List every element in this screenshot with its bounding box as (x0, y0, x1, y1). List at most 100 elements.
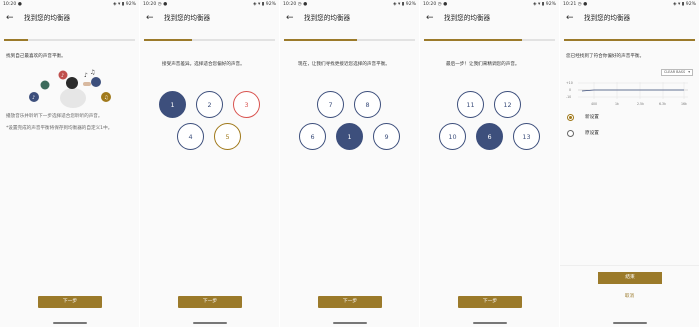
status-bar: 10:20 ● ◈ ▾ ▮ 92% (0, 0, 139, 9)
step-heading: 现在，让我们寻找更接近您选择的声音平衡。 (298, 62, 390, 67)
sound-option-4[interactable]: 4 (177, 123, 204, 150)
screen-step-3: 10:20 ◷ ● ◈ ▾ ▮ 92% ← 找到您的均衡器 最后一步！让我们来精… (420, 0, 559, 327)
preset-dropdown[interactable]: CLEAR BASS ▾ (661, 69, 693, 76)
preset-dropdown-value: CLEAR BASS (664, 70, 686, 74)
sound-option-1[interactable]: 1 (336, 123, 363, 150)
cancel-button[interactable]: 取消 (560, 293, 699, 299)
progress-bar (4, 39, 135, 41)
chevron-down-icon: ▾ (688, 70, 690, 74)
status-bar: 10:20 ◷ ● ◈ ▾ ▮ 92% (280, 0, 419, 9)
gesture-bar[interactable] (473, 322, 507, 324)
status-icons: ◈ ▾ ▮ 92% (673, 2, 696, 7)
app-bar: ← 找到您的均衡器 (560, 11, 699, 25)
sound-option-3[interactable]: 3 (233, 91, 260, 118)
gesture-bar[interactable] (613, 322, 647, 324)
sound-option-10[interactable]: 10 (439, 123, 466, 150)
original-setting-label[interactable]: 原设置 (585, 130, 599, 137)
progress-bar (424, 39, 555, 41)
progress-bar (144, 39, 275, 41)
back-arrow-icon[interactable]: ← (286, 12, 294, 24)
app-bar: ← 找到您的均衡器 (280, 11, 419, 25)
sound-option-12[interactable]: 12 (494, 91, 521, 118)
band-label: 6.3k (659, 102, 666, 106)
progress-bar (564, 39, 695, 41)
status-icons: ◈ ▾ ▮ 92% (533, 2, 556, 7)
status-icons: ◈ ▾ ▮ 92% (113, 2, 136, 7)
y-tick: -10 (566, 95, 571, 99)
listening-illustration-icon: ♪ ♫ ♪ ♪ ♫ (29, 69, 111, 108)
back-arrow-icon[interactable]: ← (6, 12, 14, 24)
band-label: 400 (591, 102, 597, 106)
intro-note-2: *设置完成的声音平衡将保存到均衡器的自定义1中。 (6, 126, 113, 131)
progress-fill (424, 39, 523, 41)
back-arrow-icon[interactable]: ← (426, 12, 434, 24)
new-setting-label[interactable]: 新设置 (585, 114, 599, 121)
sound-option-5[interactable]: 5 (214, 123, 241, 150)
sound-option-1[interactable]: 1 (159, 91, 186, 118)
status-bar: 10:20 ◷ ● ◈ ▾ ▮ 92% (420, 0, 559, 9)
status-bar: 10:21 ◷ ● ◈ ▾ ▮ 92% (560, 0, 699, 9)
step-heading: 最后一步！让我们来精调您的声音。 (446, 62, 520, 67)
sound-option-8[interactable]: 8 (354, 91, 381, 118)
progress-fill (284, 39, 358, 41)
screen-step-1: 10:20 ◷ ● ◈ ▾ ▮ 92% ← 找到您的均衡器 接受声音差异。选择适… (140, 0, 279, 327)
sound-option-6[interactable]: 6 (299, 123, 326, 150)
screen-step-2: 10:20 ◷ ● ◈ ▾ ▮ 92% ← 找到您的均衡器 现在，让我们寻找更接… (280, 0, 419, 327)
sound-option-7[interactable]: 7 (317, 91, 344, 118)
app-bar: ← 找到您的均衡器 (0, 11, 139, 25)
next-button[interactable]: 下一步 (178, 296, 242, 308)
next-button[interactable]: 下一步 (318, 296, 382, 308)
finish-button[interactable]: 结束 (598, 272, 662, 284)
gesture-bar[interactable] (53, 322, 87, 324)
status-time: 10:20 ◷ ● (143, 2, 168, 7)
original-setting-radio[interactable] (567, 130, 574, 137)
app-bar: ← 找到您的均衡器 (140, 11, 279, 25)
equalizer-graph: +10 0 -10 400 1k 2.5k 6.3k 16k (566, 81, 688, 106)
sound-option-13[interactable]: 13 (513, 123, 540, 150)
page-title: 找到您的均衡器 (584, 14, 631, 22)
gesture-bar[interactable] (333, 322, 367, 324)
status-icons: ◈ ▾ ▮ 92% (393, 2, 416, 7)
intro-heading: 找到自己最喜欢的声音平衡。 (6, 54, 66, 59)
status-time: 10:20 ● (3, 2, 22, 7)
result-heading: 您已经找到了符合你偏好的声音平衡。 (566, 54, 645, 59)
gesture-bar[interactable] (193, 322, 227, 324)
page-title: 找到您的均衡器 (24, 14, 71, 22)
music-note: ♪ (32, 95, 35, 101)
band-label: 16k (681, 102, 687, 106)
next-button[interactable]: 下一步 (38, 296, 102, 308)
sound-option-11[interactable]: 11 (457, 91, 484, 118)
status-time: 10:21 ◷ ● (563, 2, 588, 7)
music-note: ♫ (104, 95, 108, 101)
music-note: ♫ (90, 69, 95, 76)
screen-intro: 10:20 ● ◈ ▾ ▮ 92% ← 找到您的均衡器 找到自己最喜欢的声音平衡… (0, 0, 139, 327)
next-button[interactable]: 下一步 (458, 296, 522, 308)
new-setting-radio[interactable] (567, 114, 574, 121)
intro-note-1: 播放音乐并聆听下一步选择适合您聆听的声音。 (6, 114, 103, 119)
progress-fill (564, 39, 695, 41)
music-note: ♪ (84, 72, 88, 79)
y-tick: 0 (569, 88, 571, 92)
status-time: 10:20 ◷ ● (423, 2, 448, 7)
music-note: ♪ (61, 73, 64, 79)
sound-option-6[interactable]: 6 (476, 123, 503, 150)
status-bar: 10:20 ◷ ● ◈ ▾ ▮ 92% (140, 0, 279, 9)
progress-fill (144, 39, 193, 41)
app-bar: ← 找到您的均衡器 (420, 11, 559, 25)
status-icons: ◈ ▾ ▮ 92% (253, 2, 276, 7)
sound-option-9[interactable]: 9 (373, 123, 400, 150)
progress-bar (284, 39, 415, 41)
band-label: 1k (615, 102, 619, 106)
sound-option-2[interactable]: 2 (196, 91, 223, 118)
band-label: 2.5k (637, 102, 644, 106)
page-title: 找到您的均衡器 (304, 14, 351, 22)
back-arrow-icon[interactable]: ← (566, 12, 574, 24)
screen-result: 10:21 ◷ ● ◈ ▾ ▮ 92% ← 找到您的均衡器 您已经找到了符合你偏… (560, 0, 699, 327)
page-title: 找到您的均衡器 (164, 14, 211, 22)
progress-fill (4, 39, 28, 41)
step-heading: 接受声音差异。选择适合您偏好的声音。 (162, 62, 245, 67)
page-title: 找到您的均衡器 (444, 14, 491, 22)
back-arrow-icon[interactable]: ← (146, 12, 154, 24)
y-tick: +10 (566, 81, 573, 85)
status-time: 10:20 ◷ ● (283, 2, 308, 7)
